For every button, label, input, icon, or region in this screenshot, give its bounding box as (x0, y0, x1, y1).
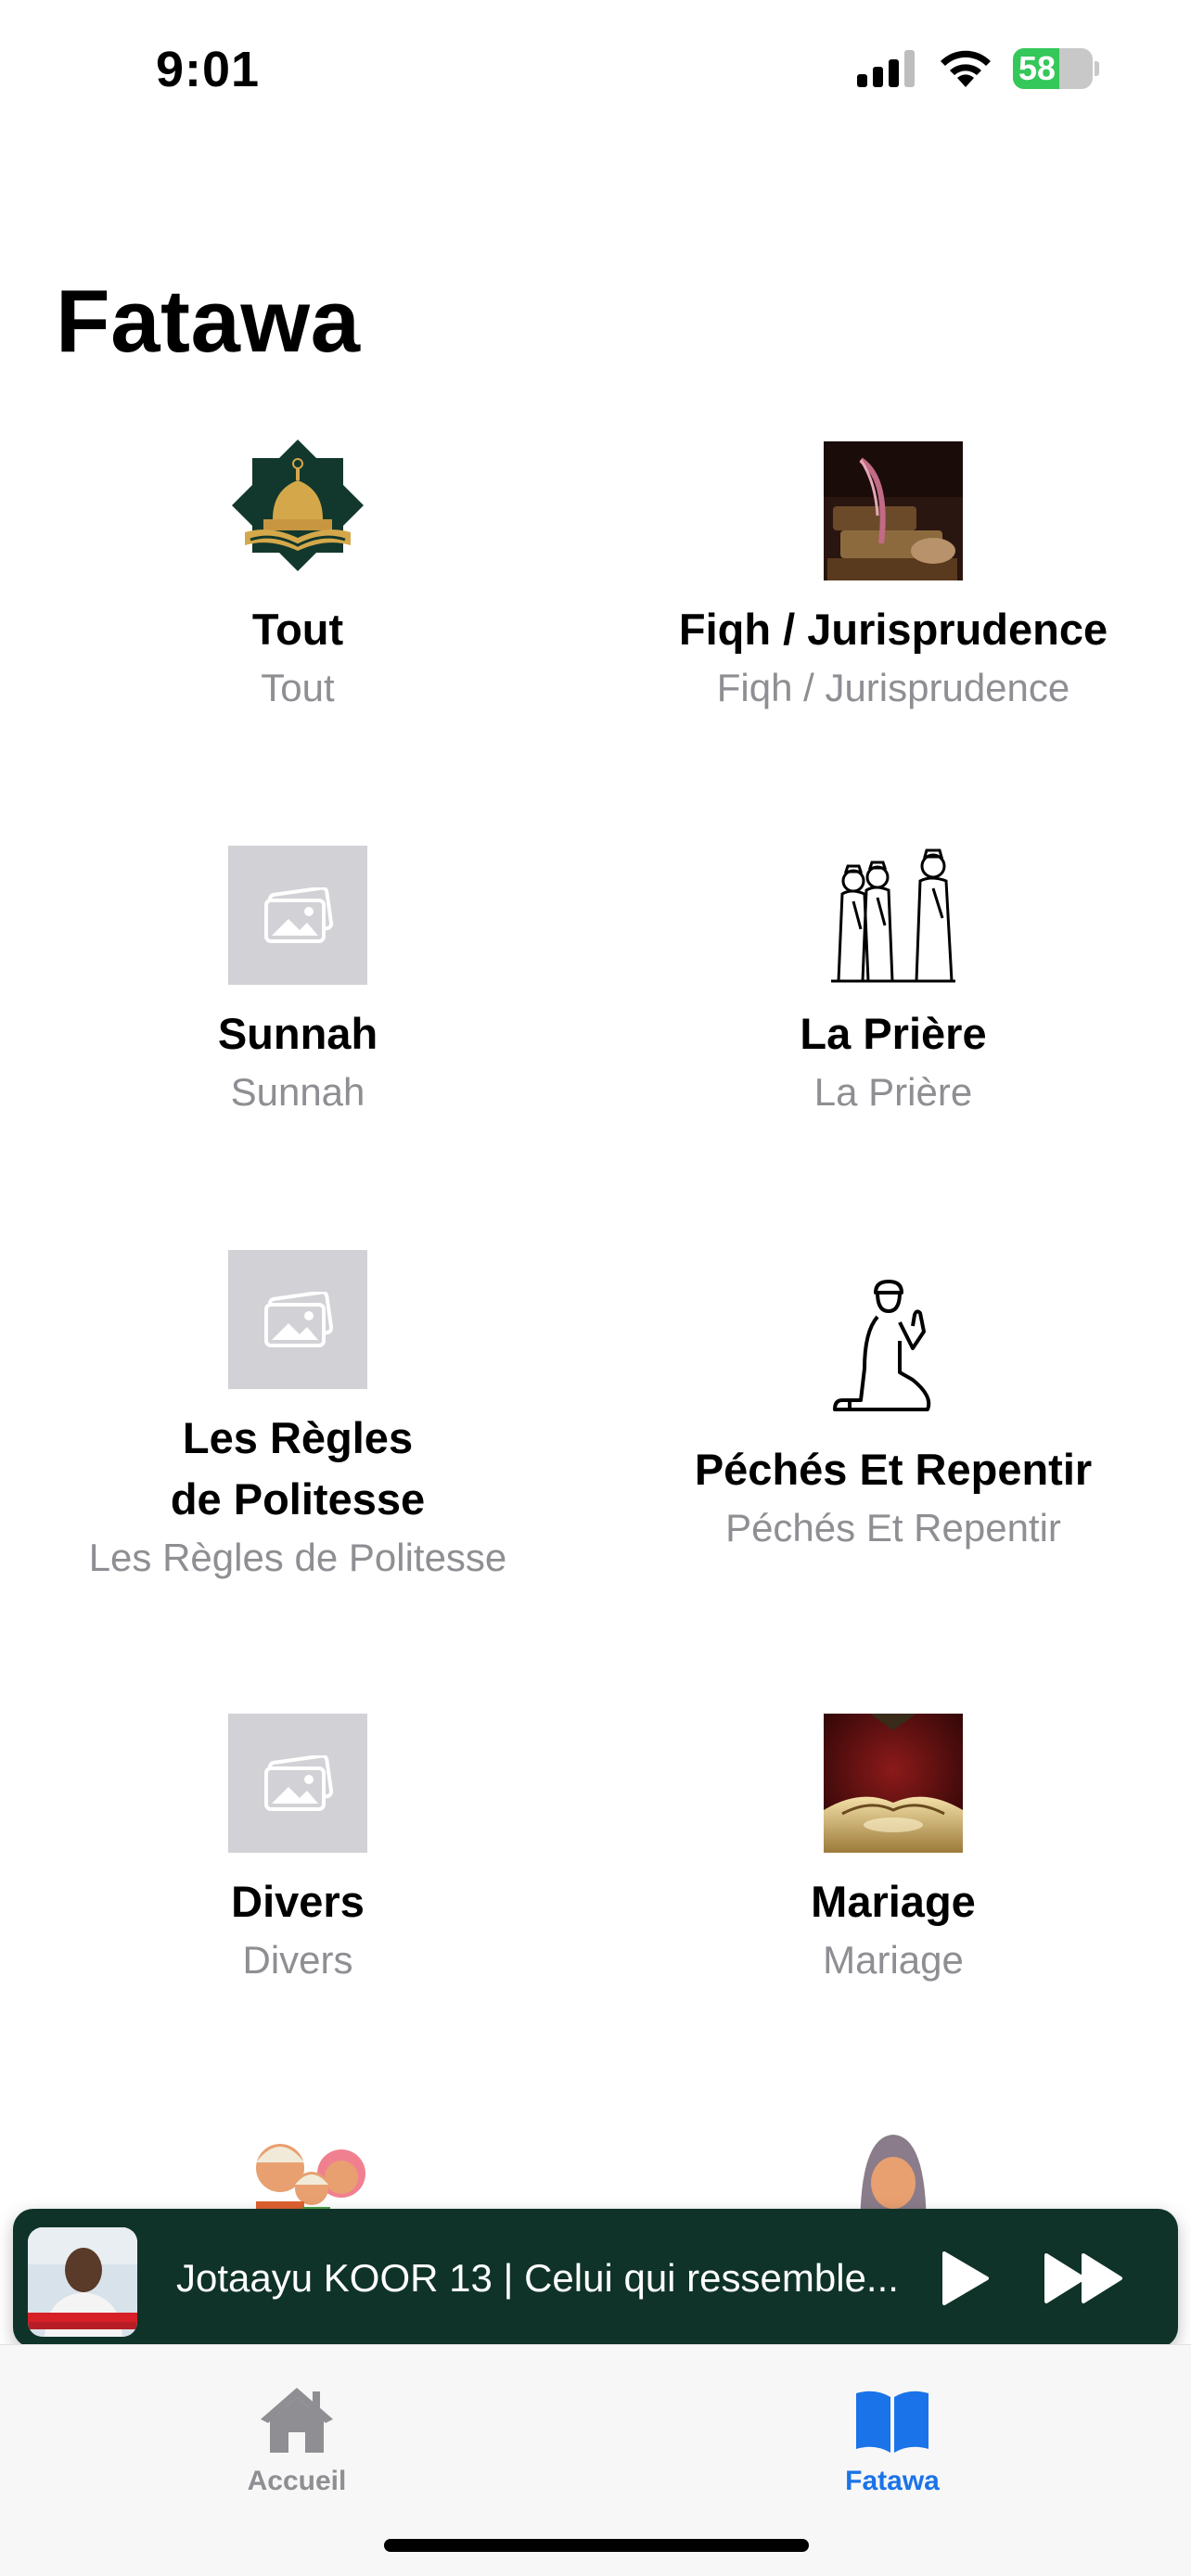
book-icon (856, 2391, 928, 2453)
category-title-line1: Les Règles (182, 1413, 414, 1462)
image-placeholder-icon (228, 846, 367, 985)
image-placeholder-icon (228, 1714, 367, 1853)
category-title: Fiqh / Jurisprudence (678, 605, 1108, 654)
category-sunnah[interactable]: Sunnah Sunnah (0, 846, 596, 1124)
category-subtitle: Mariage (823, 1938, 964, 1982)
category-divers[interactable]: Divers Divers (0, 1714, 596, 1992)
tab-accueil[interactable]: Accueil (158, 2364, 436, 2503)
category-title: Divers (231, 1877, 365, 1926)
category-subtitle: Sunnah (230, 1070, 365, 1114)
category-title: Péchés Et Repentir (694, 1445, 1093, 1494)
tab-fatawa[interactable]: Fatawa (753, 2364, 1031, 2503)
category-subtitle: Les Règles de Politesse (88, 1536, 507, 1579)
kneeling-prayer-illustration (833, 1280, 931, 1411)
praying-men-illustration (831, 848, 955, 983)
now-playing-title: Jotaayu KOOR 13 | Celui qui ressemble... (176, 2256, 899, 2300)
category-subtitle: Divers (242, 1938, 353, 1982)
category-subtitle: La Prière (813, 1070, 973, 1114)
category-la-priere[interactable]: La Prière La Prière (596, 846, 1191, 1124)
category-title: Mariage (811, 1877, 976, 1926)
fast-forward-icon[interactable] (1041, 2246, 1128, 2311)
category-subtitle: Péchés Et Repentir (725, 1506, 1061, 1549)
house-icon (261, 2388, 333, 2453)
speaker-thumbnail[interactable] (28, 2227, 137, 2337)
category-les-regles-de-politesse[interactable]: Les Règles de Politesse Les Règles de Po… (0, 1250, 596, 1584)
category-peches-et-repentir[interactable]: Péchés Et Repentir Péchés Et Repentir (596, 1276, 1191, 1554)
tab-label: Fatawa (845, 2466, 940, 2496)
category-subtitle: Fiqh / Jurisprudence (716, 666, 1070, 709)
mosque-book-logo (232, 440, 364, 571)
ornamental-red-gold-photo (824, 1714, 963, 1853)
home-indicator (384, 2539, 809, 2552)
image-placeholder-icon (228, 1250, 367, 1389)
tab-label: Accueil (247, 2466, 347, 2496)
category-title: Tout (251, 605, 344, 654)
quill-and-books-photo (824, 441, 963, 580)
category-mariage[interactable]: Mariage Mariage (596, 1714, 1191, 1992)
category-title: La Prière (800, 1009, 987, 1058)
category-subtitle: Tout (261, 666, 335, 709)
mini-player[interactable]: Jotaayu KOOR 13 | Celui qui ressemble... (13, 2209, 1178, 2348)
category-fiqh-jurisprudence[interactable]: Fiqh / Jurisprudence Fiqh / Jurisprudenc… (596, 436, 1191, 723)
category-grid: Tout Tout Fiqh / Jurisprudence Fiqh / Ju… (0, 0, 1191, 2576)
category-tout[interactable]: Tout Tout (0, 436, 596, 723)
category-title: Sunnah (217, 1009, 378, 1058)
play-icon[interactable] (931, 2246, 996, 2311)
category-family[interactable] (0, 2118, 596, 2257)
category-title-line2: de Politesse (170, 1474, 426, 1524)
category-women[interactable] (596, 2118, 1191, 2257)
